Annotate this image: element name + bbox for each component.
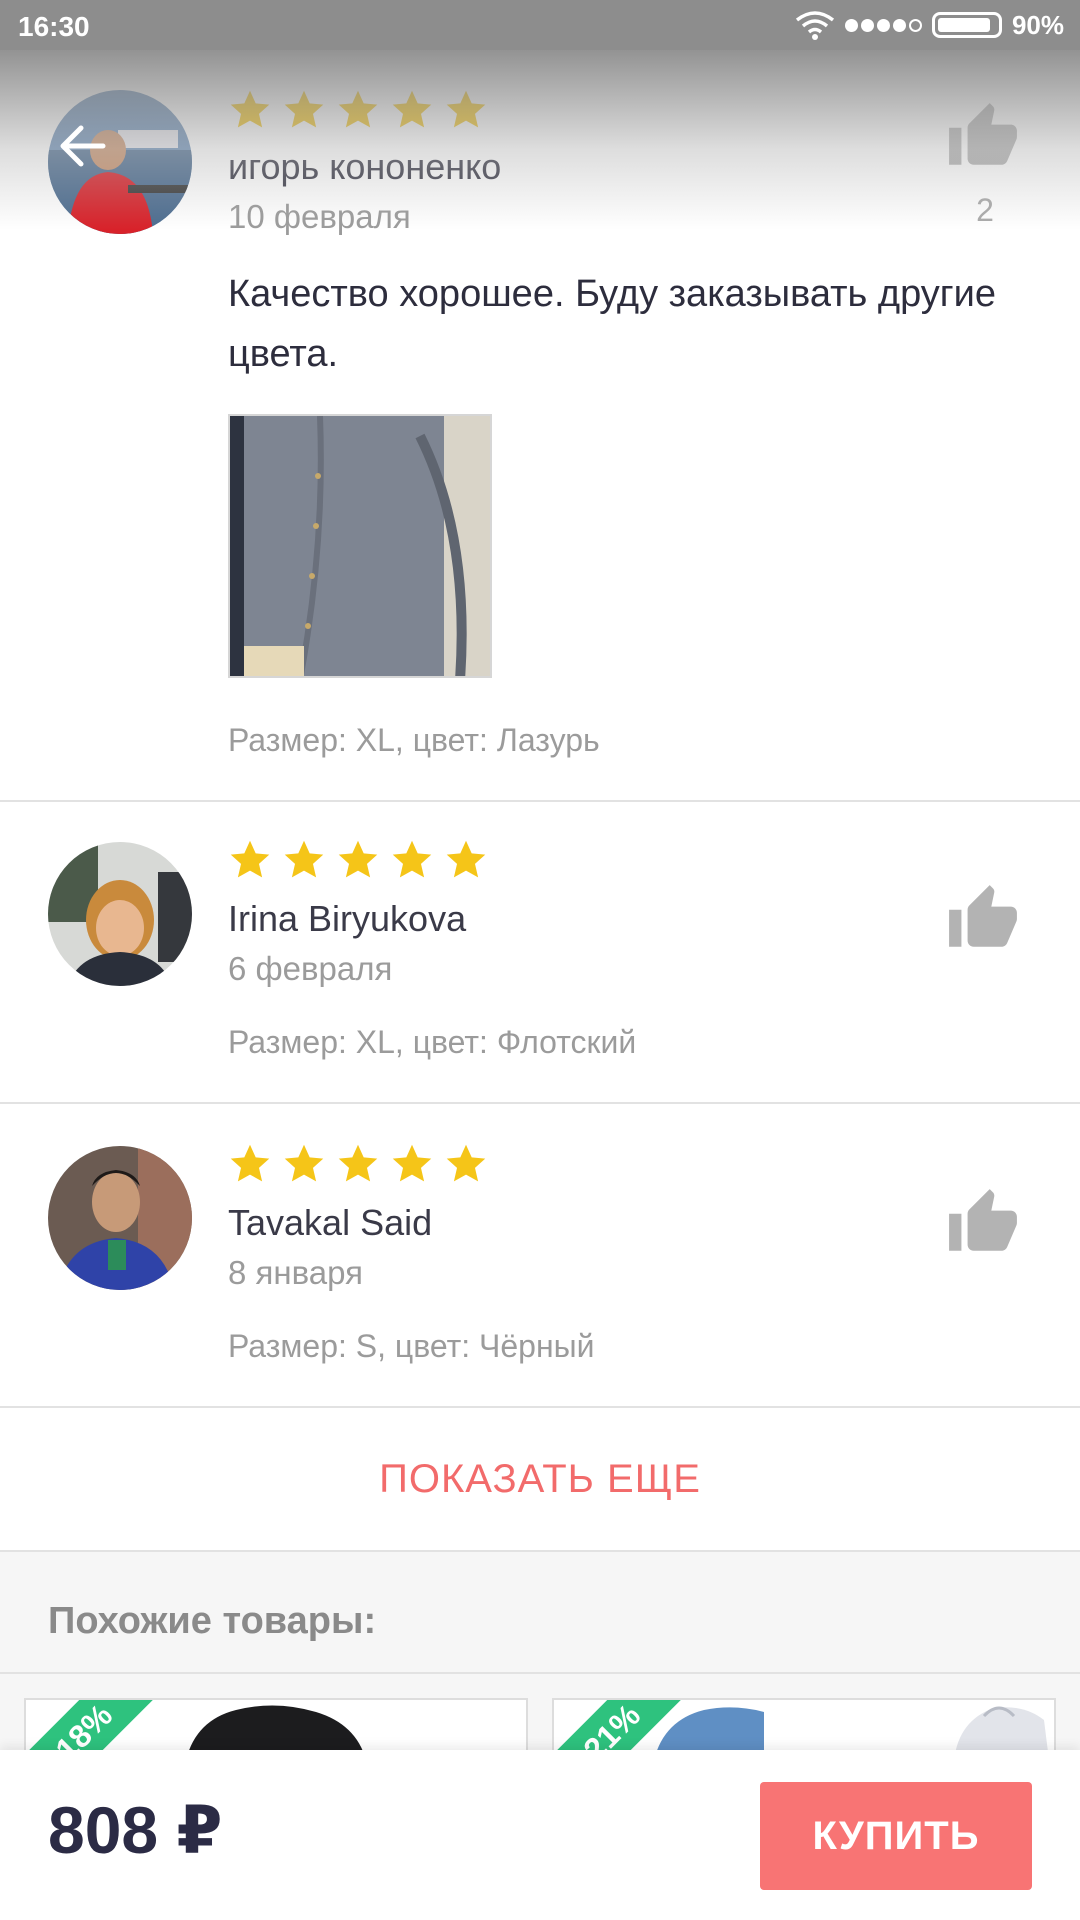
star-icon xyxy=(230,90,270,128)
review-text: Качество хорошее. Буду заказывать другие… xyxy=(228,273,997,375)
star-icon xyxy=(338,840,378,878)
reviewer-name: Tavakal Said xyxy=(228,1202,433,1243)
arrow-left-icon xyxy=(60,125,106,167)
thumbs-up-icon[interactable] xyxy=(946,882,1020,956)
similar-products-title: Похожие товары: xyxy=(48,1600,377,1642)
purchase-bar: 808 ₽ КУПИТЬ xyxy=(0,1750,1080,1920)
reviewer-avatar xyxy=(48,1146,192,1290)
review-date: 8 января xyxy=(228,1254,363,1291)
rating-stars xyxy=(228,1142,488,1186)
status-indicators: 90% xyxy=(795,10,1064,40)
star-icon xyxy=(284,840,324,878)
star-icon xyxy=(392,1144,432,1182)
status-time: 16:30 xyxy=(18,11,90,42)
star-icon xyxy=(392,90,432,128)
review-item: Irina Biryukova 6 февраля Размер: XL, цв… xyxy=(0,802,1080,1104)
star-icon xyxy=(284,90,324,128)
show-more-label: ПОКАЗАТЬ ЕЩЕ xyxy=(379,1456,701,1501)
thumbs-up-icon[interactable] xyxy=(946,1186,1020,1260)
star-icon xyxy=(338,1144,378,1182)
review-date: 10 февраля xyxy=(228,198,411,235)
show-more-button[interactable]: ПОКАЗАТЬ ЕЩЕ xyxy=(0,1408,1080,1552)
thumbs-up-icon[interactable] xyxy=(946,100,1020,174)
divider xyxy=(0,1672,1080,1674)
buy-button[interactable]: КУПИТЬ xyxy=(760,1782,1032,1890)
rating-stars xyxy=(228,838,488,882)
reviewer-avatar xyxy=(48,842,192,986)
reviewer-name: Irina Biryukova xyxy=(228,898,467,939)
reviewer-name: игорь кононенко xyxy=(228,146,502,187)
buy-button-label: КУПИТЬ xyxy=(812,1813,980,1858)
star-icon xyxy=(446,1144,486,1182)
star-icon xyxy=(338,90,378,128)
like-count: 2 xyxy=(976,192,994,228)
star-icon xyxy=(284,1144,324,1182)
battery-level: 90% xyxy=(1011,9,1064,40)
back-button[interactable] xyxy=(52,116,112,176)
star-icon xyxy=(446,90,486,128)
review-variant: Размер: XL, цвет: Лазурь xyxy=(228,722,600,758)
wifi-icon xyxy=(795,11,835,40)
battery-icon xyxy=(931,12,1002,38)
rating-stars xyxy=(228,88,488,132)
status-bar: 16:30 90% xyxy=(0,0,1080,50)
review-item: игорь кононенко 10 февраля 2 Качество хо… xyxy=(0,50,1080,802)
review-item: Tavakal Said 8 января Размер: S, цвет: Ч… xyxy=(0,1104,1080,1408)
review-variant: Размер: XL, цвет: Флотский xyxy=(228,1024,637,1060)
review-photo[interactable] xyxy=(228,414,492,678)
star-icon xyxy=(230,1144,270,1182)
price: 808 ₽ xyxy=(48,1793,223,1867)
review-variant: Размер: S, цвет: Чёрный xyxy=(228,1328,595,1364)
star-icon xyxy=(230,840,270,878)
star-icon xyxy=(392,840,432,878)
signal-strength-icon xyxy=(844,18,922,32)
star-icon xyxy=(446,840,486,878)
review-date: 6 февраля xyxy=(228,950,393,987)
